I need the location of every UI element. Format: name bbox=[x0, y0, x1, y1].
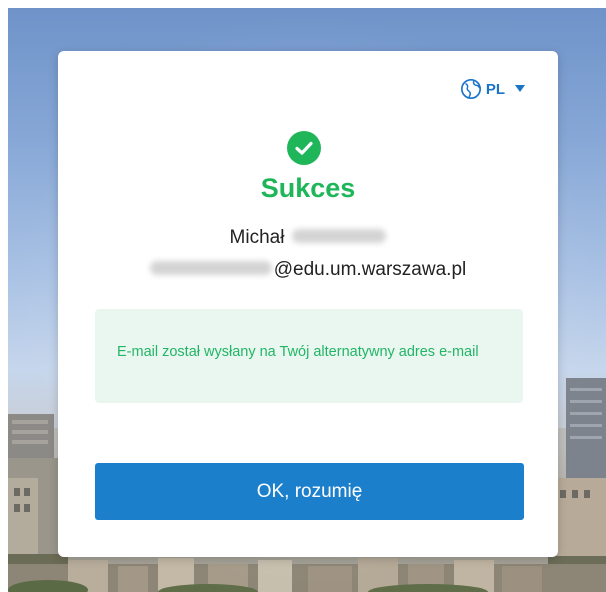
user-first-name: Michał bbox=[229, 227, 285, 248]
redacted-surname bbox=[292, 228, 387, 243]
success-dialog: PL Sukces Michał @edu.um.warszawa.pl E-m… bbox=[58, 51, 558, 557]
success-notice: E-mail został wysłany na Twój alternatyw… bbox=[95, 309, 523, 403]
screen: PL Sukces Michał @edu.um.warszawa.pl E-m… bbox=[0, 0, 606, 592]
redacted-email-user bbox=[149, 260, 272, 275]
user-email: @edu.um.warszawa.pl bbox=[58, 259, 558, 281]
check-circle-icon bbox=[287, 131, 321, 165]
user-name: Michał bbox=[58, 227, 558, 249]
language-selector[interactable]: PL bbox=[460, 78, 525, 100]
notice-message: E-mail został wysłany na Twój alternatyw… bbox=[117, 344, 479, 360]
ok-button[interactable]: OK, rozumię bbox=[95, 463, 524, 520]
caret-down-icon bbox=[515, 85, 525, 92]
language-code: PL bbox=[485, 80, 505, 98]
email-domain: @edu.um.warszawa.pl bbox=[273, 259, 467, 280]
globe-icon bbox=[460, 79, 481, 99]
dialog-title: Sukces bbox=[260, 173, 356, 203]
